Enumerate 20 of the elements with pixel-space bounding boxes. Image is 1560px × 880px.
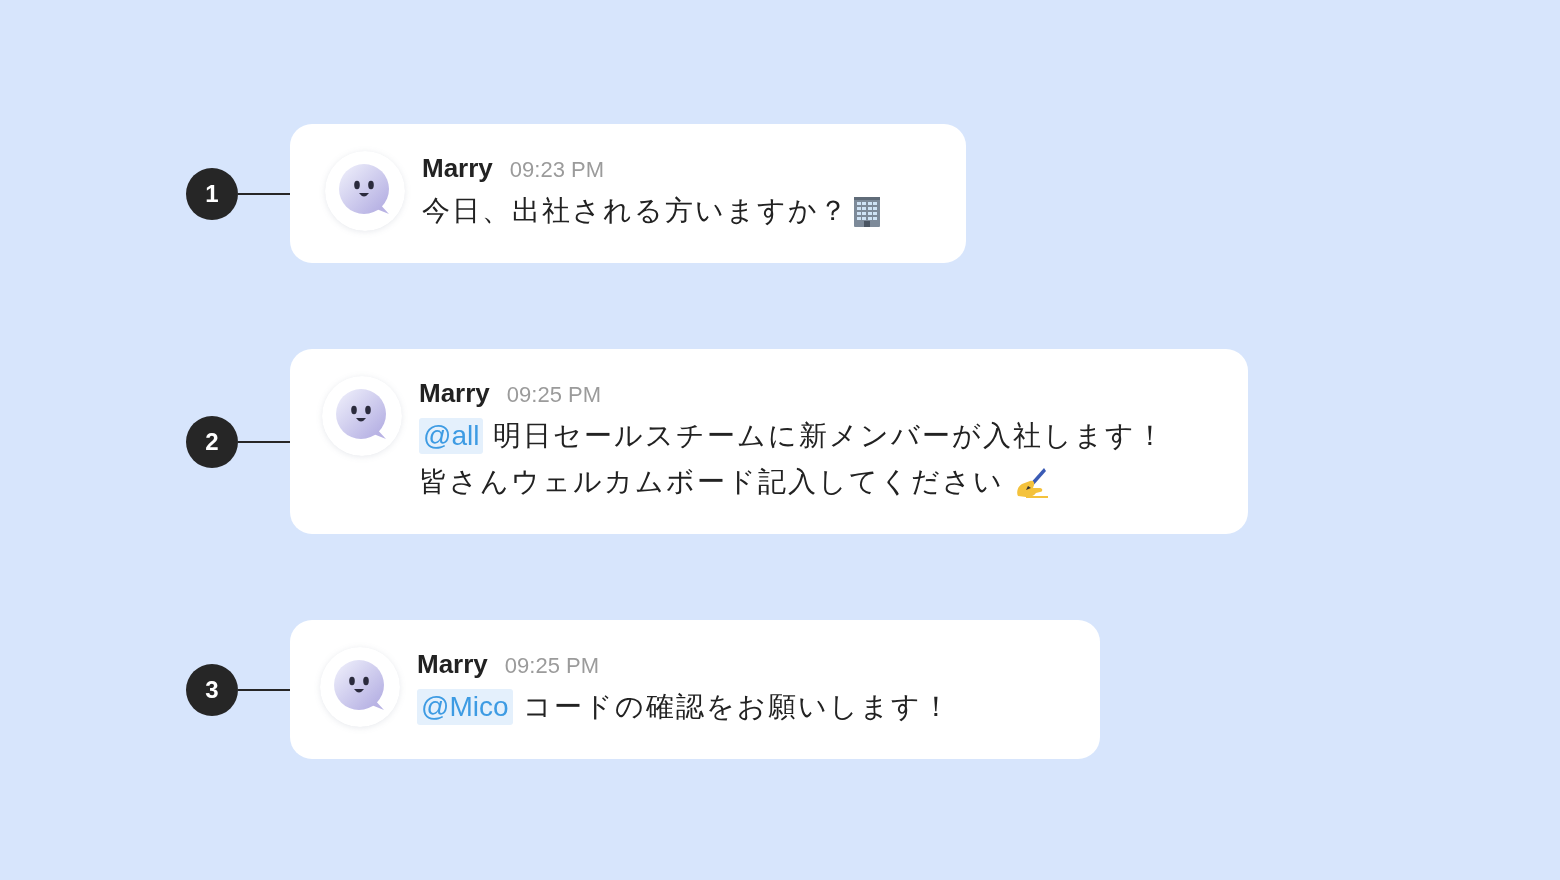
callout-number: 1: [186, 167, 238, 220]
callout-line: [238, 192, 290, 195]
mention-link[interactable]: @all: [419, 418, 484, 454]
office-building-icon: [851, 195, 883, 227]
writing-hand-icon: [1014, 466, 1048, 498]
callout-line: [238, 440, 290, 443]
message-text: 明日セールスチームに新メンバーが入社します！: [493, 419, 1167, 453]
timestamp: 09:25 PM: [506, 381, 601, 409]
author-name: Marry: [417, 648, 488, 681]
timestamp: 09:23 PM: [509, 156, 604, 184]
message-text: コードの確認をお願いします！: [522, 690, 952, 724]
timestamp: 09:25 PM: [504, 652, 599, 680]
callout-line: [238, 688, 290, 691]
message-text: 今日、出社される方いますか？: [422, 194, 849, 228]
message-text: 皆さんウェルカムボード記入してください: [419, 465, 1004, 499]
mention-link[interactable]: @Mico: [417, 689, 513, 725]
callout-number: 2: [186, 415, 238, 468]
callout-number: 3: [186, 663, 238, 716]
author-name: Marry: [419, 377, 490, 410]
author-name: Marry: [422, 152, 493, 185]
